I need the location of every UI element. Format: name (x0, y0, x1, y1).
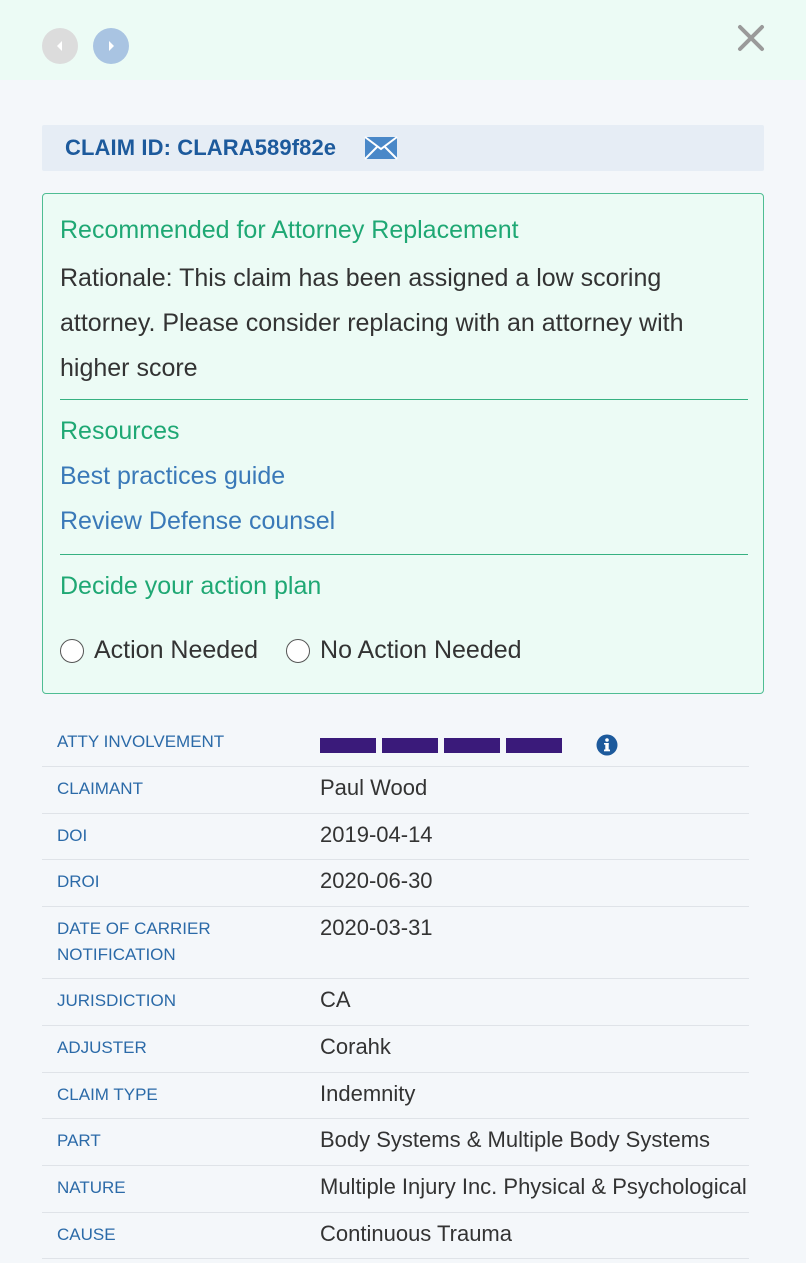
divider (60, 399, 748, 400)
chevron-right-icon (109, 41, 114, 51)
table-row: DOI 2019-04-14 (42, 814, 749, 860)
meter-segment (382, 737, 438, 753)
table-row: PART Body Systems & Multiple Body System… (42, 1119, 749, 1166)
envelope-icon[interactable] (364, 136, 398, 160)
recommendation-panel: Recommended for Attorney Replacement Rat… (42, 193, 764, 694)
meter-segment (320, 737, 376, 753)
action-needed-option[interactable]: Action Needed (60, 636, 258, 665)
action-plan-title: Decide your action plan (60, 572, 322, 600)
meter-segment (506, 737, 562, 753)
table-row-atty-involvement: ATTY INVOLVEMENT (42, 720, 749, 767)
recommendation-title: Recommended for Attorney Replacement (60, 216, 519, 244)
row-value: Multiple Injury Inc. Physical & Psycholo… (320, 1174, 747, 1199)
table-row: NATURE Multiple Injury Inc. Physical & P… (42, 1166, 749, 1213)
no-action-needed-label: No Action Needed (320, 636, 522, 664)
row-label: DROI (57, 872, 100, 891)
row-label: NATURE (57, 1178, 126, 1197)
no-action-needed-radio[interactable] (286, 638, 311, 663)
close-button[interactable] (733, 20, 769, 56)
row-label: CAUSE (57, 1225, 116, 1244)
table-row: CLAIM TYPE Indemnity (42, 1073, 749, 1119)
claim-id: CLAIM ID: CLARA589f82e (65, 135, 337, 160)
row-value: Indemnity (320, 1081, 416, 1106)
row-value: 2020-06-30 (320, 868, 433, 893)
close-icon (738, 25, 764, 51)
no-action-needed-option[interactable]: No Action Needed (286, 636, 522, 665)
resources-title: Resources (60, 417, 180, 445)
row-value: 2020-03-31 (320, 915, 433, 940)
info-icon[interactable] (596, 734, 618, 756)
action-plan-options: Action Needed No Action Needed (60, 636, 550, 665)
chevron-left-icon (57, 41, 62, 51)
divider (60, 554, 748, 555)
row-label: DOI (57, 826, 88, 845)
row-label: CLAIM TYPE (57, 1085, 158, 1104)
table-row: CLAIMANT Paul Wood (42, 767, 749, 814)
table-row: JURISDICTION CA (42, 979, 749, 1026)
next-button[interactable] (93, 28, 129, 64)
row-value: Body Systems & Multiple Body Systems (320, 1127, 711, 1152)
claim-details-table: ATTY INVOLVEMENT CLAIMANT Paul Wood DOI … (42, 720, 749, 1259)
atty-involvement-meter (320, 720, 618, 756)
action-needed-label: Action Needed (94, 636, 259, 664)
table-row: CAUSE Continuous Trauma (42, 1213, 749, 1259)
row-value: Corahk (320, 1034, 391, 1059)
row-label: DATE OF CARRIER NOTIFICATION (57, 919, 211, 964)
table-row: ADJUSTER Corahk (42, 1026, 749, 1073)
row-label: CLAIMANT (57, 779, 143, 798)
previous-button[interactable] (42, 28, 78, 64)
row-value: 2019-04-14 (320, 822, 433, 847)
row-label: ADJUSTER (57, 1038, 147, 1057)
table-row: DATE OF CARRIER NOTIFICATION 2020-03-31 (42, 907, 749, 979)
review-defense-counsel-link[interactable]: Review Defense counsel (60, 507, 335, 536)
row-value: Paul Wood (320, 775, 428, 800)
row-label: JURISDICTION (57, 991, 176, 1010)
action-needed-radio[interactable] (60, 638, 84, 663)
best-practices-link[interactable]: Best practices guide (60, 462, 285, 491)
row-value: Continuous Trauma (320, 1221, 512, 1246)
table-row: DROI 2020-06-30 (42, 860, 749, 907)
row-value: CA (320, 987, 351, 1012)
claim-id-bar: CLAIM ID: CLARA589f82e (42, 125, 764, 171)
rationale-text: Rationale: This claim has been assigned … (60, 264, 684, 382)
row-label: PART (57, 1131, 101, 1150)
row-label: ATTY INVOLVEMENT (57, 732, 225, 751)
meter-segment (444, 737, 500, 753)
top-bar (0, 0, 806, 80)
